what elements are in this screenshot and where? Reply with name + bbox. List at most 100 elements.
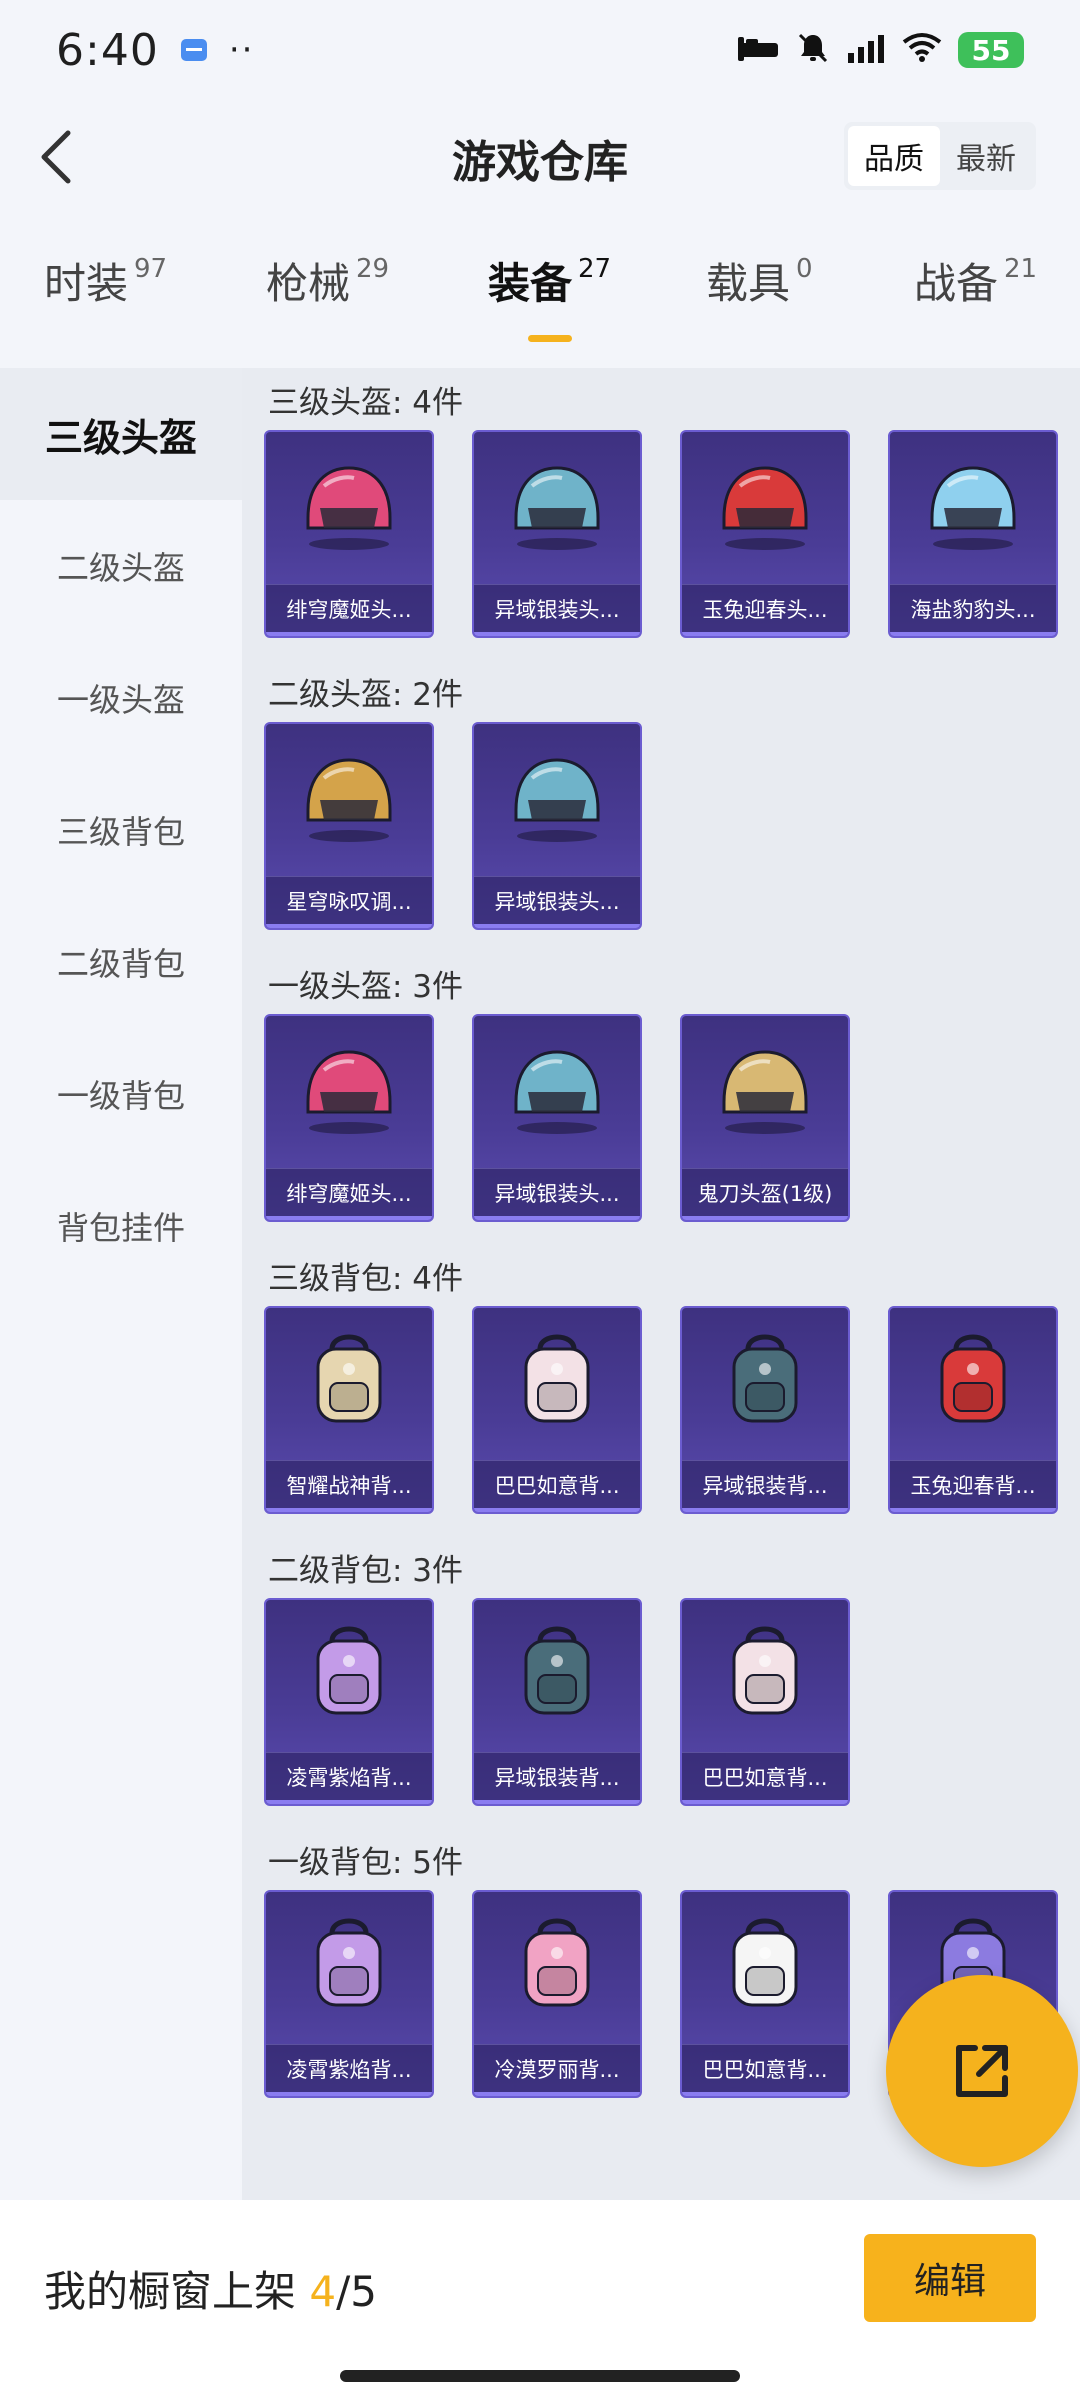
- rarity-bar: [474, 1508, 640, 1512]
- item-name: 巴巴如意背...: [682, 1752, 848, 1804]
- item-card[interactable]: 凌霄紫焰背...: [264, 1598, 434, 1806]
- item-name: 绯穹魔姬头...: [266, 1168, 432, 1220]
- rarity-bar: [890, 632, 1056, 636]
- item-name: 冷漠罗丽背...: [474, 2044, 640, 2096]
- item-card[interactable]: 异域银装头...: [472, 430, 642, 638]
- item-card[interactable]: 异域银装头...: [472, 722, 642, 930]
- backpack-icon: [474, 1600, 640, 1748]
- sidebar: 三级头盔 二级头盔 一级头盔 三级背包 二级背包 一级背包 背包挂件: [0, 368, 242, 2200]
- backpack-icon: [474, 1892, 640, 2040]
- sidebar-item-level3-helmet[interactable]: 三级头盔: [0, 368, 242, 500]
- backpack-icon: [682, 1600, 848, 1748]
- rarity-bar: [682, 1800, 848, 1804]
- app-notification-icon: [180, 39, 207, 61]
- helmet-icon: [266, 1016, 432, 1164]
- rarity-bar: [682, 1216, 848, 1220]
- rarity-bar: [682, 1508, 848, 1512]
- rarity-bar: [474, 924, 640, 928]
- section-title: 一级背包: 5件: [268, 1844, 464, 1881]
- tab-count: 0: [796, 254, 813, 284]
- sidebar-item-level1-backpack[interactable]: 一级背包: [0, 1028, 242, 1160]
- tab-vehicles[interactable]: 载具 0: [706, 250, 813, 311]
- backpack-icon: [474, 1308, 640, 1456]
- item-card[interactable]: 异域银装头...: [472, 1014, 642, 1222]
- helmet-icon: [682, 432, 848, 580]
- item-card[interactable]: 凌霄紫焰背...: [264, 1890, 434, 2098]
- rarity-bar: [474, 1216, 640, 1220]
- tab-label: 枪械: [266, 259, 351, 308]
- item-card[interactable]: 玉兔迎春头...: [680, 430, 850, 638]
- item-card[interactable]: 星穹咏叹调...: [264, 722, 434, 930]
- showcase-status: 我的橱窗上架 4/5: [44, 2258, 377, 2319]
- signal-icon: [846, 33, 886, 67]
- item-name: 凌霄紫焰背...: [266, 1752, 432, 1804]
- mute-icon: [796, 31, 830, 69]
- backpack-icon: [266, 1892, 432, 2040]
- sidebar-item-level1-helmet[interactable]: 一级头盔: [0, 632, 242, 764]
- tab-label: 装备: [488, 259, 573, 308]
- item-name: 巴巴如意背...: [474, 1460, 640, 1512]
- sort-by-quality-button[interactable]: 品质: [848, 126, 940, 186]
- item-grid: 智耀战神背... 巴巴如意背... 异域银装背... 玉兔迎春背...: [264, 1306, 1080, 1514]
- showcase-label: 我的橱窗上架: [44, 2267, 297, 2316]
- rarity-bar: [890, 1508, 1056, 1512]
- backpack-icon: [266, 1308, 432, 1456]
- item-card[interactable]: 绯穹魔姬头...: [264, 1014, 434, 1222]
- item-name: 星穹咏叹调...: [266, 876, 432, 928]
- category-tabs: 时装 97 枪械 29 装备 27 载具 0 战备 21: [0, 250, 1080, 350]
- home-indicator[interactable]: [340, 2370, 740, 2382]
- tab-label: 时装: [44, 259, 129, 308]
- rarity-bar: [474, 632, 640, 636]
- section-title: 三级背包: 4件: [268, 1260, 464, 1297]
- section-title: 二级头盔: 2件: [268, 676, 464, 713]
- item-card[interactable]: 海盐豹豹头...: [888, 430, 1058, 638]
- sidebar-item-level2-helmet[interactable]: 二级头盔: [0, 500, 242, 632]
- item-card[interactable]: 绯穹魔姬头...: [264, 430, 434, 638]
- helmet-icon: [266, 432, 432, 580]
- rarity-bar: [266, 1216, 432, 1220]
- rarity-bar: [682, 632, 848, 636]
- helmet-icon: [682, 1016, 848, 1164]
- sidebar-item-level2-backpack[interactable]: 二级背包: [0, 896, 242, 1028]
- item-card[interactable]: 巴巴如意背...: [680, 1890, 850, 2098]
- item-name: 玉兔迎春头...: [682, 584, 848, 636]
- item-card[interactable]: 异域银装背...: [680, 1306, 850, 1514]
- section-title: 一级头盔: 3件: [268, 968, 464, 1005]
- helmet-icon: [474, 724, 640, 872]
- helmet-icon: [474, 432, 640, 580]
- tab-firearms[interactable]: 枪械 29: [266, 250, 389, 311]
- item-card[interactable]: 异域银装背...: [472, 1598, 642, 1806]
- item-grid: 星穹咏叹调... 异域银装头...: [264, 722, 1080, 930]
- item-card[interactable]: 玉兔迎春背...: [888, 1306, 1058, 1514]
- item-name: 绯穹魔姬头...: [266, 584, 432, 636]
- item-card[interactable]: 鬼刀头盔(1级): [680, 1014, 850, 1222]
- helmet-icon: [266, 724, 432, 872]
- tab-equipment[interactable]: 装备 27: [488, 250, 611, 311]
- status-time: 6:40: [56, 24, 159, 76]
- sidebar-item-level3-backpack[interactable]: 三级背包: [0, 764, 242, 896]
- item-grid: 绯穹魔姬头... 异域银装头... 鬼刀头盔(1级): [264, 1014, 1080, 1222]
- rarity-bar: [266, 924, 432, 928]
- battery-indicator: 55: [958, 32, 1024, 68]
- rarity-bar: [266, 632, 432, 636]
- item-grid-content: 三级头盔: 4件 绯穹魔姬头... 异域银装头... 玉兔迎春头... 海盐豹豹头...…: [242, 368, 1080, 2200]
- rarity-bar: [474, 1800, 640, 1804]
- sidebar-item-backpack-charm[interactable]: 背包挂件: [0, 1160, 242, 1292]
- item-card[interactable]: 冷漠罗丽背...: [472, 1890, 642, 2098]
- tab-count: 97: [134, 254, 168, 284]
- bed-icon: [736, 33, 780, 67]
- tab-supplies[interactable]: 战备 21: [914, 250, 1037, 311]
- item-grid: 凌霄紫焰背... 异域银装背... 巴巴如意背...: [264, 1598, 1080, 1806]
- edit-button[interactable]: 编辑: [864, 2234, 1036, 2322]
- wifi-icon: [902, 32, 942, 68]
- item-name: 智耀战神背...: [266, 1460, 432, 1512]
- item-name: 巴巴如意背...: [682, 2044, 848, 2096]
- item-card[interactable]: 智耀战神背...: [264, 1306, 434, 1514]
- sort-by-latest-button[interactable]: 最新: [940, 126, 1032, 186]
- item-name: 异域银装头...: [474, 1168, 640, 1220]
- share-button[interactable]: [886, 1975, 1078, 2167]
- item-card[interactable]: 巴巴如意背...: [472, 1306, 642, 1514]
- item-card[interactable]: 巴巴如意背...: [680, 1598, 850, 1806]
- tab-fashion[interactable]: 时装 97: [44, 250, 167, 311]
- rarity-bar: [266, 2092, 432, 2096]
